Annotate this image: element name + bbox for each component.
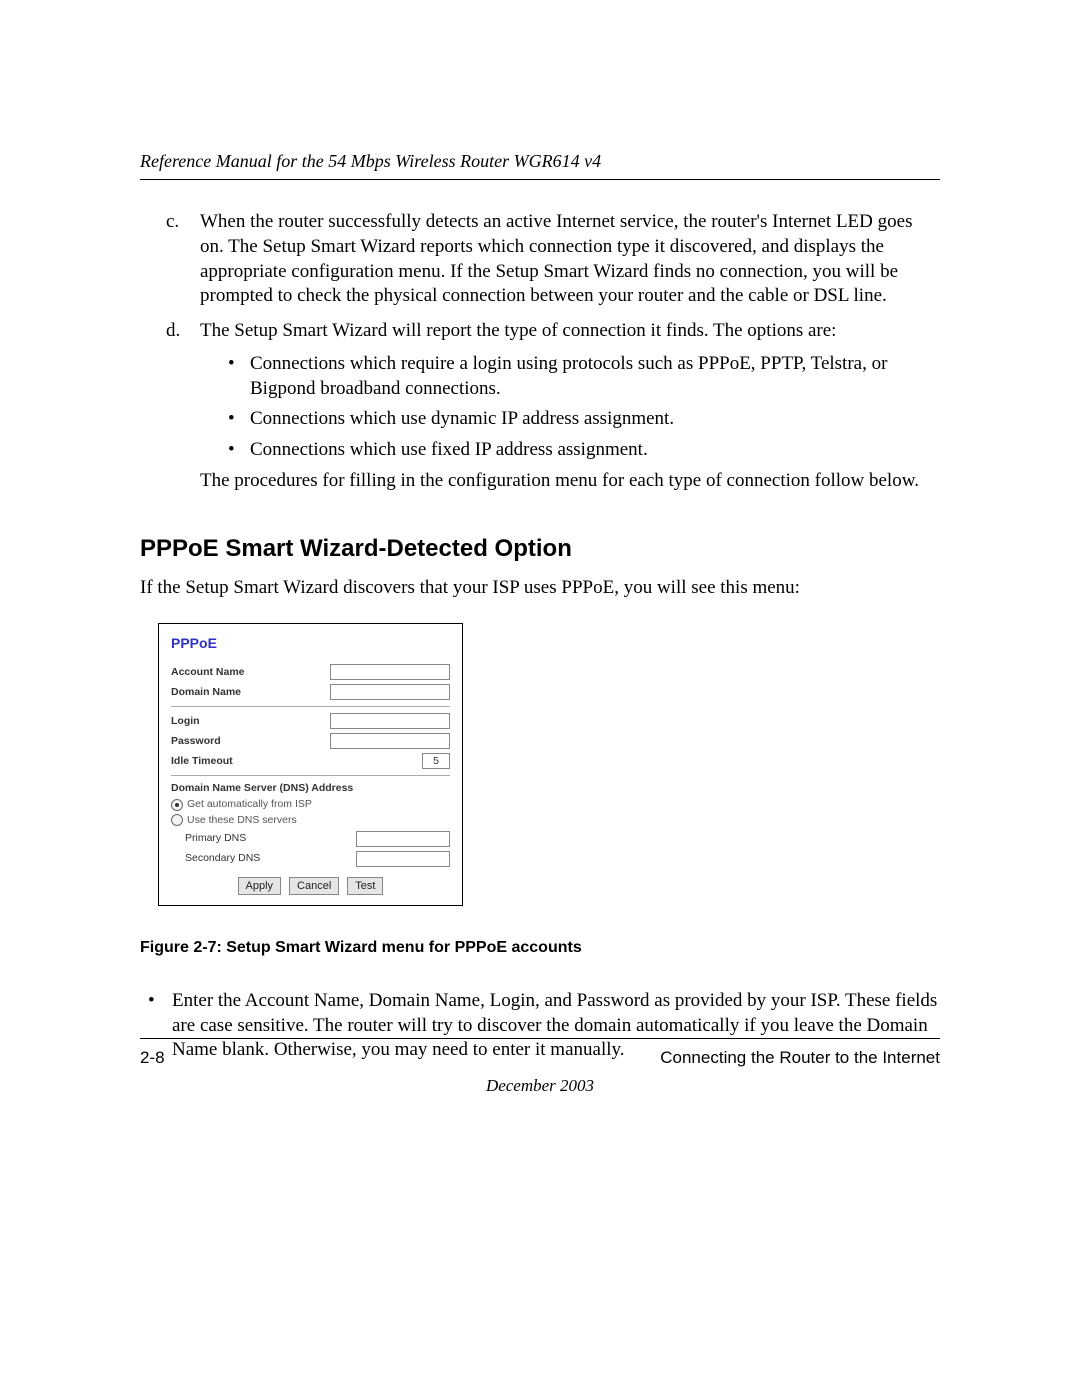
radio-dns-manual[interactable]: Use these DNS servers — [171, 814, 450, 828]
button-row: Apply Cancel Test — [171, 877, 450, 895]
input-idle-timeout[interactable]: 5 — [422, 753, 450, 769]
list-item-d: d. The Setup Smart Wizard will report th… — [166, 319, 940, 493]
bullet-item: Connections which use fixed IP address a… — [228, 438, 940, 463]
list-text-d-lead: The Setup Smart Wizard will report the t… — [200, 320, 836, 341]
list-item-c: c. When the router successfully detects … — [166, 210, 940, 309]
row-login: Login — [171, 713, 450, 729]
row-password: Password — [171, 733, 450, 749]
figure-wrap: PPPoE Account Name Domain Name Login Pas… — [158, 623, 940, 906]
input-secondary-dns[interactable] — [356, 851, 450, 867]
footer: 2-8 Connecting the Router to the Interne… — [140, 1038, 940, 1097]
input-account-name[interactable] — [330, 664, 450, 680]
list-text-d-after: The procedures for filling in the config… — [200, 469, 940, 494]
bullet-item: Connections which use dynamic IP address… — [228, 407, 940, 432]
figure-divider — [171, 775, 450, 776]
section-heading-pppoe: PPPoE Smart Wizard-Detected Option — [140, 533, 940, 564]
test-button[interactable]: Test — [347, 877, 383, 895]
chapter-title: Connecting the Router to the Internet — [660, 1047, 940, 1069]
label-idle-timeout: Idle Timeout — [171, 755, 233, 769]
figure-caption: Figure 2-7: Setup Smart Wizard menu for … — [140, 938, 940, 959]
label-secondary-dns: Secondary DNS — [185, 852, 260, 866]
label-login: Login — [171, 715, 200, 729]
input-password[interactable] — [330, 733, 450, 749]
running-header: Reference Manual for the 54 Mbps Wireles… — [140, 150, 940, 173]
radio-icon — [171, 814, 183, 826]
footer-date: December 2003 — [140, 1075, 940, 1097]
page-number: 2-8 — [140, 1047, 165, 1069]
list-text-c: When the router successfully detects an … — [200, 211, 912, 306]
label-account-name: Account Name — [171, 666, 245, 680]
bullet-list-connections: Connections which require a login using … — [200, 352, 940, 463]
cancel-button[interactable]: Cancel — [289, 877, 339, 895]
apply-button[interactable]: Apply — [238, 877, 282, 895]
row-idle-timeout: Idle Timeout 5 — [171, 753, 450, 769]
row-domain-name: Domain Name — [171, 684, 450, 700]
row-secondary-dns: Secondary DNS — [171, 851, 450, 867]
row-account-name: Account Name — [171, 664, 450, 680]
radio-label-auto: Get automatically from ISP — [187, 798, 312, 812]
footer-rule — [140, 1038, 940, 1039]
list-marker-d: d. — [166, 319, 180, 344]
header-rule — [140, 179, 940, 180]
input-domain-name[interactable] — [330, 684, 450, 700]
input-primary-dns[interactable] — [356, 831, 450, 847]
input-login[interactable] — [330, 713, 450, 729]
ordered-list-alpha: c. When the router successfully detects … — [140, 210, 940, 493]
bullet-item: Connections which require a login using … — [228, 352, 940, 401]
radio-dns-auto[interactable]: Get automatically from ISP — [171, 798, 450, 812]
label-password: Password — [171, 735, 221, 749]
label-domain-name: Domain Name — [171, 686, 241, 700]
dns-heading: Domain Name Server (DNS) Address — [171, 782, 450, 796]
page: Reference Manual for the 54 Mbps Wireles… — [0, 0, 1080, 1397]
figure-divider — [171, 706, 450, 707]
radio-icon — [171, 799, 183, 811]
row-primary-dns: Primary DNS — [171, 831, 450, 847]
radio-label-manual: Use these DNS servers — [187, 814, 297, 828]
pppoe-menu-figure: PPPoE Account Name Domain Name Login Pas… — [158, 623, 463, 906]
list-marker-c: c. — [166, 210, 179, 235]
intro-paragraph: If the Setup Smart Wizard discovers that… — [140, 576, 940, 601]
label-primary-dns: Primary DNS — [185, 832, 246, 846]
figure-title: PPPoE — [171, 634, 450, 652]
